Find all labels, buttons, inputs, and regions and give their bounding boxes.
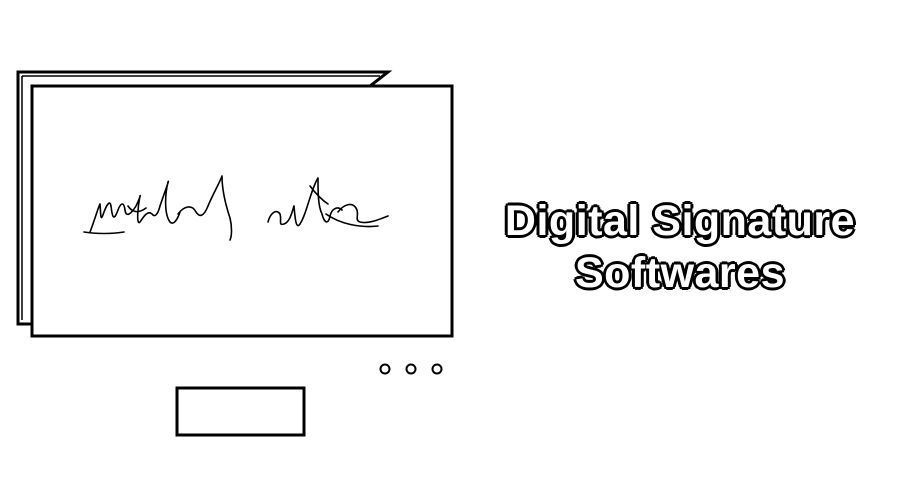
headline: Digital Signature Softwares bbox=[470, 195, 890, 299]
status-dots bbox=[379, 363, 443, 375]
headline-line2: Softwares bbox=[574, 249, 785, 297]
dot-icon bbox=[431, 363, 443, 375]
dot-icon bbox=[379, 363, 391, 375]
monitor-screen bbox=[30, 84, 454, 338]
monitor-stand bbox=[175, 386, 306, 437]
dot-icon bbox=[405, 363, 417, 375]
headline-line1: Digital Signature bbox=[504, 197, 856, 245]
monitor-illustration bbox=[16, 70, 454, 437]
